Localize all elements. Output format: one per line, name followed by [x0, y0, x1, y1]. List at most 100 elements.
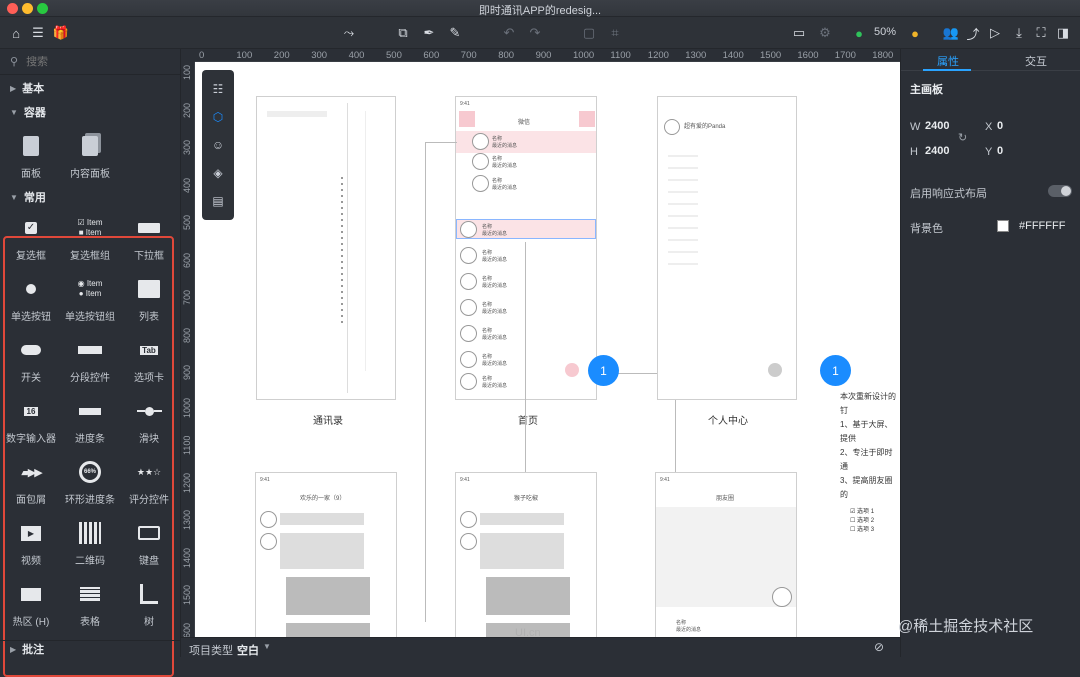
share-icon[interactable]: ⤴	[964, 24, 982, 42]
ruler-tick: 300	[311, 50, 328, 61]
ruler-tick: 1100	[182, 435, 192, 455]
x-label: X	[985, 121, 993, 133]
artboard-group[interactable]: 9:41 猴子吃椒	[455, 472, 597, 637]
layers-icon[interactable]: ◈	[210, 165, 226, 181]
new-page-icon[interactable]: ⧉	[394, 24, 412, 42]
ruler-tick: 1700	[834, 50, 856, 61]
section-common[interactable]: ▼ 常用	[0, 186, 181, 208]
properties-panel: 属性 交互 主画板 W 2400 H 2400 ↻ X 0 Y 0 启用响应式布…	[900, 49, 1080, 657]
design-canvas[interactable]: 通讯录 9:41 微信 名称 最近的消息 名称 最近的消息 名称 最近的消息 名称 最近…	[195, 62, 900, 637]
search-input[interactable]	[26, 55, 147, 68]
ruler-tick: 200	[273, 50, 290, 61]
artboard-chat[interactable]: 9:41 欢乐的一家（9）	[255, 472, 397, 637]
ruler-tick: 1800	[872, 50, 894, 61]
floating-toolbar: ☷ ⬡ ☺ ◈ ▤	[202, 70, 234, 220]
emoji-icon[interactable]: ☺	[210, 137, 226, 153]
background-color-swatch[interactable]	[997, 220, 1009, 232]
component-panel-item[interactable]: 面板	[1, 133, 61, 180]
artboard-home[interactable]: 9:41 微信 名称 最近的消息 名称 最近的消息 名称 最近的消息 名称 最近的消息 …	[455, 96, 597, 400]
component-content-panel[interactable]: 内容面板	[60, 133, 120, 180]
background-color-value[interactable]: #FFFFFF	[1019, 220, 1065, 232]
home-icon[interactable]: ⌂	[7, 24, 25, 42]
ruler-tick: 1500	[760, 50, 782, 61]
chevron-down-icon[interactable]: ▼	[263, 642, 271, 651]
zoom-out-icon[interactable]: ●	[850, 24, 868, 42]
zoom-level[interactable]: 50%	[874, 26, 896, 38]
panel-heading: 主画板	[910, 84, 943, 96]
ruler-tick: 700	[460, 50, 477, 61]
h-input[interactable]: 2400	[925, 145, 949, 157]
search-bar[interactable]: ⚲	[0, 49, 181, 75]
redo-icon[interactable]: ↷	[526, 24, 544, 42]
ruler-tick: 600	[182, 252, 192, 268]
chevron-down-icon: ▼	[10, 192, 18, 202]
download-icon[interactable]: ⤓	[1010, 24, 1028, 42]
w-input[interactable]: 2400	[925, 120, 949, 132]
y-input[interactable]: 0	[997, 145, 1003, 157]
canvas-logo: UI.cn	[515, 627, 541, 637]
annotation-badge[interactable]: 1	[820, 355, 851, 386]
responsive-toggle[interactable]	[1048, 185, 1072, 197]
crop-icon[interactable]: ⌗	[606, 24, 624, 42]
connector-icon[interactable]: ⤳	[340, 24, 358, 42]
panel-toggle-icon[interactable]: ◨	[1054, 24, 1072, 42]
zoom-in-icon[interactable]: ●	[906, 24, 924, 42]
y-label: Y	[985, 146, 993, 158]
search-icon: ⚲	[10, 56, 19, 68]
settings-icon[interactable]: ⚙	[816, 24, 834, 42]
pen-icon[interactable]: ✒	[420, 24, 438, 42]
annotation-badge[interactable]: 1	[588, 355, 619, 386]
toolbar: ⌂ ☰ 🎁 ⤳ ⧉ ✒ ✎ ↶ ↷ ▢ ⌗ ▭ ⚙ ● 50% ● 👥 ⤴ ▷ …	[0, 17, 1080, 49]
fullscreen-icon[interactable]: ⛶	[1032, 24, 1050, 42]
title-bar: 即时通讯APP的redesig...	[0, 0, 1080, 17]
tab-properties[interactable]: 属性	[937, 53, 959, 69]
ruler-tick: 1500	[182, 584, 192, 605]
component-panel: ⚲ ▶基本 ▼容器 面板 内容面板 ▼常用 ✓复选框 ☑ Item■ Item复…	[0, 49, 181, 677]
components-icon[interactable]: ⬡	[210, 109, 226, 125]
ruler-tick: 1300	[182, 509, 192, 530]
menu-icon[interactable]: ☰	[29, 24, 47, 42]
device-icon[interactable]: ▭	[790, 24, 808, 42]
artboard-contacts[interactable]	[256, 96, 396, 400]
artboard-profile[interactable]: 超有爱的Panda	[657, 96, 797, 400]
window-title: 即时通讯APP的redesig...	[478, 5, 602, 17]
ruler-left: 100 200 300 400 500 600 700 800 900 1000 1100 1200 1…	[181, 62, 195, 643]
chevron-right-icon: ▶	[10, 83, 17, 93]
tab-interaction[interactable]: 交互	[1025, 53, 1047, 69]
ruler-tick: 900	[182, 364, 192, 380]
gift-icon[interactable]: 🎁	[52, 24, 70, 42]
undo-icon[interactable]: ↶	[500, 24, 518, 42]
properties-tabs: 属性 交互	[901, 49, 1080, 71]
chevron-right-icon: ▶	[10, 644, 17, 654]
watermark: @稀土掘金技术社区	[898, 618, 1034, 635]
x-input[interactable]: 0	[997, 120, 1003, 132]
highlight-box	[3, 236, 174, 677]
ruler-tick: 1400	[182, 547, 192, 568]
no-entry-icon[interactable]: ⊘	[874, 640, 884, 654]
section-container[interactable]: ▼ 容器	[0, 101, 181, 123]
artboard-moments[interactable]: 9:41 朋友圈 名称 最近的消息	[655, 472, 797, 637]
bottom-bar: 项目类型 空白 ▼ ⊘	[181, 637, 900, 657]
ruler-tick: 1000	[573, 50, 595, 61]
option-list: ☑ 选项 1 ☐ 选项 2 ☐ 选项 3	[850, 509, 875, 533]
panel-icon	[23, 136, 39, 156]
section-basic[interactable]: ▶ 基本	[0, 77, 181, 99]
section-annotation[interactable]: ▶ 批注	[0, 640, 181, 657]
ruler-tick: 1100	[610, 50, 631, 61]
project-type-select[interactable]: 空白	[237, 642, 259, 658]
pages-icon[interactable]: ☷	[210, 81, 226, 97]
pencil-icon[interactable]: ✎	[446, 24, 464, 42]
w-label: W	[910, 121, 921, 133]
play-icon[interactable]: ▷	[986, 24, 1004, 42]
dropdown-icon	[138, 223, 160, 233]
h-label: H	[910, 146, 918, 158]
users-icon[interactable]: 👥	[942, 24, 960, 42]
notes-icon[interactable]: ▤	[210, 193, 226, 209]
ruler-tick: 700	[182, 289, 192, 305]
ruler-tick: 1200	[647, 50, 669, 61]
lock-ratio-icon[interactable]: ↻	[958, 131, 967, 144]
design-notes: 本次重新设计的钉 1、基于大屏、提供 2、专注于即时通 3、提高朋友圈的	[840, 392, 896, 499]
artboard-label-profile: 个人中心	[708, 416, 748, 427]
ruler-tick: 800	[498, 50, 515, 61]
frame-icon[interactable]: ▢	[580, 24, 598, 42]
